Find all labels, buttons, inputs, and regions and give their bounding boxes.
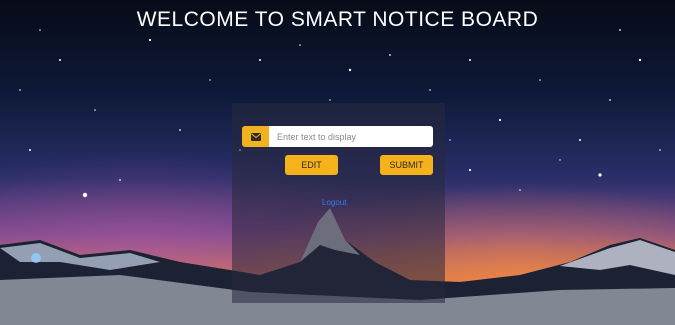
submit-button[interactable]: SUBMIT (380, 155, 433, 175)
edit-button[interactable]: EDIT (285, 155, 338, 175)
logout-link[interactable]: Logout (322, 198, 346, 207)
page-title: WELCOME TO SMART NOTICE BOARD (136, 8, 539, 31)
notice-input-group (242, 126, 433, 147)
envelope-icon (242, 126, 269, 147)
notice-text-input[interactable] (269, 126, 433, 147)
